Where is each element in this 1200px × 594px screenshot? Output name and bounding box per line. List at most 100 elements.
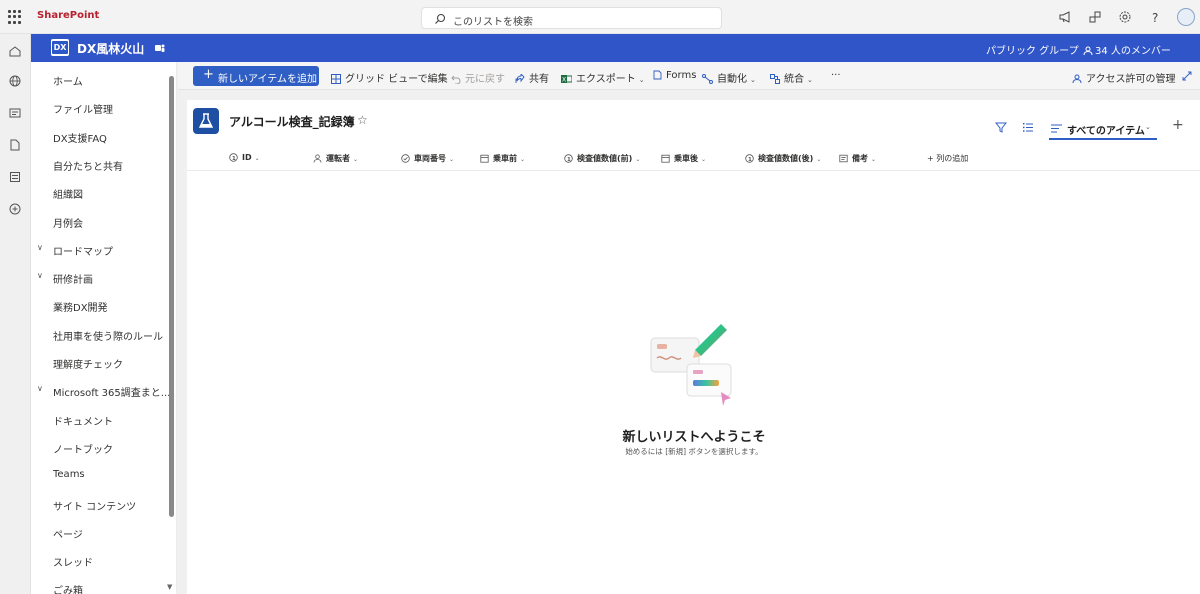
- news-icon[interactable]: [8, 106, 22, 120]
- user-avatar[interactable]: [1177, 8, 1195, 26]
- chevron-down-icon[interactable]: ∨: [37, 271, 43, 280]
- sidebar-item[interactable]: 社用車を使う際のルール: [31, 324, 171, 344]
- chevron-down-icon[interactable]: ∨: [37, 243, 43, 252]
- undo-icon: [451, 75, 461, 85]
- column-header[interactable]: 乗車前 ⌄: [480, 153, 525, 164]
- sidebar-item[interactable]: 理解度チェック: [31, 352, 171, 372]
- sidebar-item[interactable]: ホーム: [31, 69, 171, 89]
- search-box[interactable]: このリストを検索: [421, 7, 722, 29]
- sidebar-item[interactable]: 自分たちと共有: [31, 154, 171, 174]
- chevron-down-icon: ⌄: [750, 76, 756, 84]
- sidebar-item[interactable]: DX支援FAQ: [31, 126, 171, 146]
- chevron-down-icon: ⌄: [635, 156, 641, 163]
- view-selector-tab[interactable]: すべてのアイテム ⌄: [1049, 118, 1157, 140]
- new-item-button[interactable]: + 新しいアイテムを追加: [193, 66, 319, 86]
- integrate-button[interactable]: 統合 ⌄: [770, 70, 813, 85]
- app-launcher-icon[interactable]: [8, 10, 22, 24]
- sidebar-item[interactable]: 業務DX開発: [31, 295, 171, 315]
- favorite-star-icon[interactable]: ☆: [357, 113, 368, 127]
- sharepoint-brand[interactable]: SharePoint: [37, 10, 99, 21]
- svg-text:X: X: [562, 77, 566, 84]
- undo-label: 元に戻す: [465, 74, 505, 85]
- add-view-button[interactable]: +: [1172, 117, 1184, 133]
- globe-icon[interactable]: [8, 74, 22, 88]
- sidebar-item[interactable]: ごみ箱: [31, 578, 171, 594]
- svg-text:1: 1: [232, 156, 236, 162]
- sidebar-item-label: DX支援FAQ: [53, 133, 107, 145]
- teams-icon[interactable]: [155, 43, 165, 53]
- export-button[interactable]: X エクスポート ⌄: [561, 70, 645, 85]
- expand-icon[interactable]: [1182, 71, 1192, 81]
- column-header-label: 検査値数値(後): [758, 154, 814, 163]
- document-icon[interactable]: [8, 138, 22, 152]
- search-icon: [435, 13, 446, 24]
- sidebar-item[interactable]: 組織図: [31, 182, 171, 202]
- column-header[interactable]: 乗車後 ⌄: [661, 153, 706, 164]
- manage-access-label: アクセス許可の管理: [1086, 74, 1176, 85]
- sidebar-item[interactable]: ∨ Microsoft 365調査まと...: [31, 380, 171, 400]
- column-header[interactable]: 1 ID ⌄: [229, 153, 260, 162]
- sidebar-item[interactable]: ノートブック: [31, 437, 171, 457]
- export-label: エクスポート: [576, 74, 636, 85]
- chevron-down-icon: ⌄: [520, 156, 526, 163]
- empty-state-title: 新しいリストへようこそ: [622, 430, 766, 445]
- person-icon: [313, 154, 326, 163]
- more-button[interactable]: ···: [831, 70, 841, 81]
- view-lines-icon: [1051, 124, 1062, 133]
- left-navigation: ホーム ファイル管理 DX支援FAQ 自分たちと共有 組織図 月例会 ∨ ロードマップ ∨ 研修計…: [31, 62, 177, 594]
- calendar-icon: [661, 154, 674, 163]
- column-header[interactable]: 車両番号 ⌄: [401, 153, 454, 164]
- plus-icon: +: [927, 154, 937, 163]
- sidebar-item[interactable]: スレッド: [31, 550, 171, 570]
- sidebar-item-label: 研修計画: [53, 275, 93, 287]
- new-item-label: 新しいアイテムを追加: [218, 74, 317, 85]
- site-logo[interactable]: DX: [51, 39, 69, 56]
- members-button[interactable]: 34 人のメンバー: [1083, 42, 1171, 57]
- forms-button[interactable]: Forms: [653, 70, 696, 81]
- column-header-row: 1 ID ⌄ 運転者 ⌄ 車両番号 ⌄ 乗車前 ⌄ 1 検査値数値(前) ⌄ 乗車後 ⌄ 1 検査値数値(後)…: [187, 144, 1200, 171]
- manage-access-button[interactable]: アクセス許可の管理: [1072, 70, 1176, 85]
- sidebar-item[interactable]: ページ: [31, 522, 171, 542]
- list-icon[interactable]: [8, 170, 22, 184]
- column-header[interactable]: 運転者 ⌄: [313, 153, 358, 164]
- sidebar-item[interactable]: 月例会: [31, 211, 171, 231]
- sidebar-item-label: 業務DX開発: [53, 303, 108, 315]
- grid-edit-button[interactable]: グリッド ビューで編集: [331, 70, 448, 85]
- site-title[interactable]: DX風林火山: [77, 40, 144, 57]
- empty-state-subtitle: 始めるには [新規] ボタンを選択します。: [625, 447, 763, 456]
- svg-text:1: 1: [567, 157, 571, 163]
- chevron-down-icon[interactable]: ∨: [37, 384, 43, 393]
- share-network-icon[interactable]: [1088, 10, 1102, 24]
- automate-button[interactable]: 自動化 ⌄: [702, 70, 756, 85]
- empty-list-illustration: [650, 324, 732, 406]
- scroll-down-icon[interactable]: ▼: [167, 583, 172, 591]
- column-header[interactable]: 備考 ⌄: [839, 153, 876, 164]
- megaphone-icon[interactable]: [1058, 10, 1072, 24]
- add-column-button[interactable]: + 列の追加: [927, 153, 968, 164]
- sidebar-item-label: サイト コンテンツ: [53, 501, 137, 513]
- nav-scrollbar[interactable]: [169, 76, 174, 517]
- view-options-icon[interactable]: [1022, 122, 1034, 133]
- sidebar-item[interactable]: ファイル管理: [31, 97, 171, 117]
- list-title: アルコール検査_記録簿: [229, 115, 355, 129]
- settings-gear-icon[interactable]: [1118, 10, 1132, 24]
- suite-bar: SharePoint このリストを検索 ?: [0, 0, 1200, 34]
- sidebar-item-label: 自分たちと共有: [53, 161, 123, 173]
- home-icon[interactable]: [8, 44, 22, 58]
- sidebar-item[interactable]: ∨ 研修計画: [31, 267, 171, 287]
- column-header[interactable]: 1 検査値数値(前) ⌄: [564, 153, 640, 164]
- sidebar-item-label: ホーム: [53, 77, 83, 88]
- sidebar-item[interactable]: ドキュメント: [31, 409, 171, 429]
- share-button[interactable]: 共有: [515, 70, 549, 85]
- sidebar-item[interactable]: ∨ ロードマップ: [31, 239, 171, 259]
- filter-icon[interactable]: [995, 122, 1007, 133]
- sidebar-item[interactable]: サイト コンテンツ: [31, 494, 171, 514]
- help-icon[interactable]: ?: [1149, 10, 1163, 24]
- column-header[interactable]: 1 検査値数値(後) ⌄: [745, 153, 821, 164]
- list-flask-icon: [193, 108, 219, 134]
- sidebar-item-label: Microsoft 365調査まと...: [53, 388, 171, 400]
- grid-edit-label: グリッド ビューで編集: [345, 74, 448, 85]
- undo-button[interactable]: 元に戻す: [451, 70, 505, 85]
- sidebar-item[interactable]: Teams: [31, 465, 171, 485]
- create-plus-icon[interactable]: [8, 202, 22, 216]
